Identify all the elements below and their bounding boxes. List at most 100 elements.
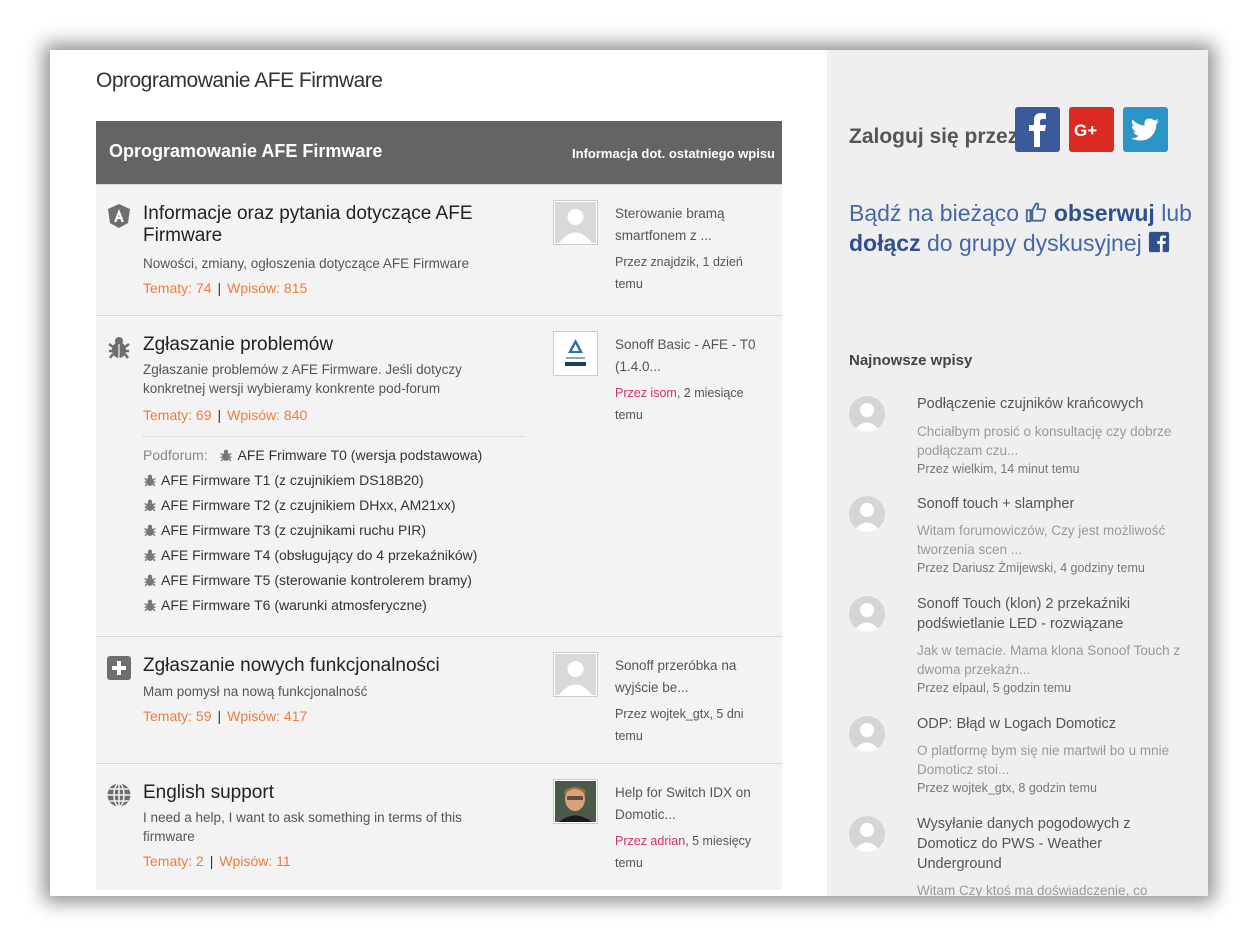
avatar [849, 596, 885, 632]
forum-row-funkcjonalnosci: Zgłaszanie nowych funkcjonalności Mam po… [96, 636, 782, 763]
main-content: Oprogramowanie AFE Firmware Oprogramowan… [50, 50, 827, 896]
latest-post-excerpt: O platformę bym się nie martwił bo u mni… [917, 743, 1170, 777]
forum-title[interactable]: Zgłaszanie nowych funkcjonalności [143, 655, 523, 677]
latest-post-meta: Przez elpaul, 5 godzin temu [917, 681, 1072, 695]
latest-post-meta: Przez wielkim, 14 minut temu [917, 462, 1080, 476]
facebook-icon [1029, 113, 1046, 147]
bug-icon [144, 499, 156, 512]
default-avatar-icon [853, 823, 881, 852]
globe-icon [107, 782, 131, 808]
google-plus-icon: G+ [1074, 121, 1097, 140]
forum-stats: Tematy: 69 | Wpisów: 840 [143, 407, 308, 423]
posts-count: Wpisów: 417 [227, 708, 308, 724]
default-avatar-icon [853, 723, 881, 752]
latest-post-title[interactable]: Sonoff touch + slampher [917, 494, 1187, 514]
bug-icon [144, 524, 156, 537]
last-post-avatar[interactable] [553, 652, 598, 697]
avatar [849, 496, 885, 532]
page-title: Oprogramowanie AFE Firmware [96, 69, 383, 92]
latest-post-title[interactable]: Wysyłanie danych pogodowych z Domoticz d… [917, 814, 1187, 874]
plus-square-icon [107, 656, 131, 680]
bug-icon [220, 449, 233, 462]
forum-row-informacje: Informacje oraz pytania dotyczące AFE Fi… [96, 184, 782, 316]
latest-post-excerpt: Chciałbym prosić o konsultację czy dobrz… [917, 424, 1172, 458]
subforum-item[interactable]: Podforum: AFE Frimware T0 (wersja podsta… [143, 443, 525, 468]
topics-count: Tematy: 2 [143, 853, 204, 869]
last-post-avatar[interactable] [553, 331, 598, 376]
twitter-icon [1131, 118, 1159, 141]
subforum-label: Podforum: [143, 447, 208, 463]
latest-post-excerpt: Witam Czy ktoś ma doświadczenie, co [917, 883, 1148, 896]
latest-post-meta: Przez wojtek_gtx, 8 godzin temu [917, 781, 1097, 795]
last-post-title[interactable]: Help for Switch IDX on Domotic... [615, 782, 765, 826]
forum-stats: Tematy: 74 | Wpisów: 815 [143, 280, 308, 296]
forum-description: Zgłaszanie problemów z AFE Firmware. Jeś… [143, 362, 462, 396]
twitter-login-button[interactable] [1123, 107, 1168, 152]
topics-count: Tematy: 59 [143, 708, 212, 724]
last-post-title[interactable]: Sonoff Basic - AFE - T0 (1.4.0... [615, 334, 765, 378]
avatar [849, 396, 885, 432]
bug-icon [144, 474, 156, 487]
latest-post-title[interactable]: Sonoff Touch (klon) 2 przekaźniki podświ… [917, 594, 1187, 634]
last-post-author-link[interactable]: Przez isom [615, 386, 677, 400]
latest-post-title[interactable]: ODP: Błąd w Logach Domoticz [917, 714, 1187, 734]
latest-post-meta: Przez Dariusz Żmijewski, 4 godziny temu [917, 561, 1145, 575]
forum-title[interactable]: English support [143, 782, 523, 804]
forum-description: I need a help, I want to ask something i… [143, 810, 462, 844]
posts-count: Wpisów: 815 [227, 280, 308, 296]
forum-header: Oprogramowanie AFE Firmware Informacja d… [96, 121, 782, 184]
last-post-column-label: Informacja dot. ostatniego wpisu [572, 146, 775, 161]
latest-post-title[interactable]: Podłączenie czujników krańcowych [917, 394, 1187, 414]
latest-posts-heading: Najnowsze wpisy [849, 352, 973, 369]
facebook-login-button[interactable] [1015, 107, 1060, 152]
user-photo-avatar [555, 781, 596, 822]
sidebar: Zaloguj się przez G+ Bądź na bieżąco obs… [827, 50, 1208, 896]
last-post-meta: Przez znajdzik, 1 dzień temu [615, 255, 743, 291]
posts-count: Wpisów: 11 [219, 853, 291, 869]
last-post-meta: Przez wojtek_gtx, 5 dni temu [615, 707, 744, 743]
login-label: Zaloguj się przez [849, 125, 1019, 148]
follow-prompt: Bądź na bieżąco obserwuj lub dołącz do g… [849, 200, 1192, 256]
last-post-title[interactable]: Sonoff przeróbka na wyjście be... [615, 655, 765, 699]
default-avatar-icon [559, 209, 592, 243]
subforum-list: Podforum: AFE Frimware T0 (wersja podsta… [143, 436, 525, 618]
bug-icon [144, 599, 156, 612]
forum-header-title: Oprogramowanie AFE Firmware [109, 141, 383, 161]
forum-title[interactable]: Zgłaszanie problemów [143, 334, 523, 356]
last-post-meta: Przez adrian, 5 miesięcy temu [615, 834, 752, 870]
subforum-item[interactable]: AFE Firmware T1 (z czujnikiem DS18B20) [143, 468, 525, 493]
forum-row-english: English support I need a help, I want to… [96, 763, 782, 890]
google-plus-login-button[interactable]: G+ [1069, 107, 1114, 152]
last-post-meta: Przez isom, 2 miesiące temu [615, 386, 744, 422]
default-avatar-icon [559, 661, 592, 695]
bug-icon [144, 574, 156, 587]
subforum-item[interactable]: AFE Firmware T4 (obsługujący do 4 przeka… [143, 543, 525, 568]
subforum-item[interactable]: AFE Firmware T6 (warunki atmosferyczne) [143, 593, 525, 618]
browser-window: Oprogramowanie AFE Firmware Oprogramowan… [50, 50, 1208, 896]
last-post-title[interactable]: Sterowanie bramą smartfonem z ... [615, 203, 765, 247]
thumbs-up-icon [1026, 202, 1047, 223]
subforum-item[interactable]: AFE Firmware T2 (z czujnikiem DHxx, AM21… [143, 493, 525, 518]
facebook-square-icon[interactable] [1148, 231, 1170, 253]
forum-stats: Tematy: 2 | Wpisów: 11 [143, 853, 291, 869]
subforum-item[interactable]: AFE Firmware T5 (sterowanie kontrolerem … [143, 568, 525, 593]
default-avatar-icon [853, 403, 881, 432]
subforum-item[interactable]: AFE Firmware T3 (z czujnikami ruchu PIR) [143, 518, 525, 543]
follow-link[interactable]: obserwuj [1054, 200, 1155, 226]
forum-stats: Tematy: 59 | Wpisów: 417 [143, 708, 308, 724]
svg-text:G+: G+ [1074, 121, 1097, 140]
topics-count: Tematy: 74 [143, 280, 212, 296]
avatar [849, 716, 885, 752]
join-link[interactable]: dołącz [849, 230, 921, 256]
default-avatar-icon [853, 503, 881, 532]
last-post-avatar[interactable] [553, 779, 598, 824]
avatar [849, 816, 885, 852]
bug-icon [108, 337, 130, 359]
latest-post-excerpt: Witam forumowiczów, Czy jest możliwość t… [917, 523, 1166, 557]
afe-logo-icon [108, 204, 130, 228]
last-post-author-link[interactable]: Przez adrian [615, 834, 685, 848]
posts-count: Wpisów: 840 [227, 407, 308, 423]
forum-title[interactable]: Informacje oraz pytania dotyczące AFE Fi… [143, 203, 523, 247]
forum-description: Mam pomysł na nową funkcjonalność [143, 684, 368, 699]
last-post-avatar[interactable] [553, 200, 598, 245]
